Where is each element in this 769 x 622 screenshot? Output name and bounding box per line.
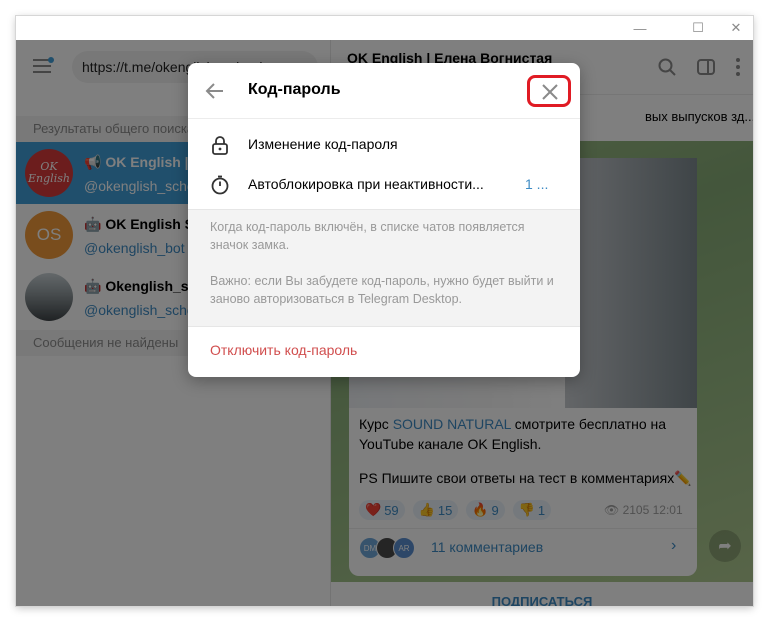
change-passcode-row[interactable]: Изменение код-пароля bbox=[188, 126, 580, 164]
dialog-title: Код-пароль bbox=[248, 81, 341, 98]
back-arrow-icon[interactable] bbox=[204, 80, 226, 102]
close-button-highlight bbox=[527, 75, 571, 107]
close-window-button[interactable]: ✕ bbox=[720, 16, 752, 40]
maximize-button[interactable]: ☐ bbox=[682, 16, 714, 40]
title-bar: — ☐ ✕ bbox=[16, 16, 753, 40]
info-text: Важно: если Вы забудете код-пароль, нужн… bbox=[210, 274, 554, 306]
autolock-value: 1 ... bbox=[525, 176, 549, 192]
divider bbox=[188, 118, 580, 119]
info-section: Когда код-пароль включён, в списке чатов… bbox=[188, 209, 580, 327]
minimize-button[interactable]: — bbox=[624, 16, 656, 40]
row-label: Автоблокировка при неактивности... bbox=[248, 176, 484, 192]
autolock-row[interactable]: Автоблокировка при неактивности... 1 ... bbox=[188, 166, 580, 204]
passcode-dialog: Код-пароль Изменение код-пароля Автоблок… bbox=[188, 63, 580, 377]
lock-icon bbox=[212, 136, 228, 155]
info-text: Когда код-пароль включён, в списке чатов… bbox=[210, 220, 525, 252]
timer-icon bbox=[211, 175, 229, 195]
disable-passcode-button[interactable]: Отключить код-пароль bbox=[210, 342, 357, 358]
row-label: Изменение код-пароля bbox=[248, 136, 398, 152]
